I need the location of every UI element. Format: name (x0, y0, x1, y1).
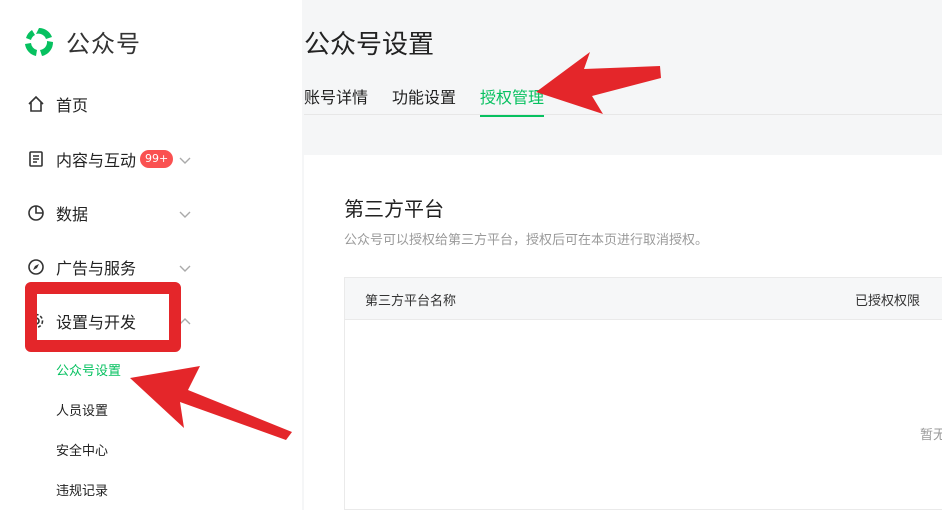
brand[interactable]: 公众号 (22, 24, 141, 59)
column-header-platform-name: 第三方平台名称 (365, 294, 457, 309)
sidebar-item-label: 设置与开发 (56, 313, 137, 332)
sidebar-item-ads[interactable]: 广告与服务 (0, 247, 220, 287)
home-icon (26, 94, 46, 114)
table-header: 第三方平台名称 已授权权限 (345, 278, 942, 320)
sidebar-item-label: 数据 (56, 205, 89, 224)
sidebar-item-home[interactable]: 首页 (0, 84, 220, 124)
column-header-authorized-permissions: 已授权权限 (855, 294, 921, 309)
unread-badge: 99+ (140, 150, 174, 168)
main-content: 公众号设置 账号详情 功能设置 授权管理 第三方平台 公众号可以授权给第三方平台… (302, 0, 942, 510)
third-party-table: 第三方平台名称 已授权权限 暂无 (344, 277, 942, 510)
third-party-card: 第三方平台 公众号可以授权给第三方平台，授权后可在本页进行取消授权。 第三方平台… (304, 155, 942, 510)
chevron-up-icon[interactable] (178, 314, 192, 328)
tab-account-details[interactable]: 账号详情 (304, 84, 368, 116)
wechat-official-account-logo-icon (25, 27, 54, 56)
tab-feature-settings[interactable]: 功能设置 (392, 84, 456, 116)
compass-icon (26, 257, 46, 277)
sidebar-subitem-security-center[interactable]: 安全中心 (56, 440, 108, 459)
chevron-down-icon[interactable] (178, 260, 192, 274)
sidebar: 公众号 首页 内容与互动 99+ 数据 广告与服务 设置与开发 公众号设置 人员… (0, 0, 302, 510)
gear-icon (26, 311, 46, 331)
brand-name: 公众号 (66, 30, 141, 58)
sidebar-item-label: 首页 (56, 96, 89, 115)
sidebar-item-label: 广告与服务 (56, 259, 137, 278)
sidebar-subitem-account-settings[interactable]: 公众号设置 (56, 360, 121, 379)
chart-pie-icon (26, 203, 46, 223)
empty-state-text: 暂无 (920, 428, 942, 443)
section-description: 公众号可以授权给第三方平台，授权后可在本页进行取消授权。 (344, 233, 709, 248)
sidebar-item-data[interactable]: 数据 (0, 193, 220, 233)
tab-authorization-management[interactable]: 授权管理 (480, 84, 545, 117)
sidebar-item-settings[interactable]: 设置与开发 (0, 301, 220, 341)
sidebar-item-label: 内容与互动 (56, 151, 137, 170)
sidebar-subitem-violation-records[interactable]: 违规记录 (56, 480, 108, 499)
section-title: 第三方平台 (344, 197, 444, 221)
chevron-down-icon[interactable] (178, 152, 192, 166)
tabs-divider (304, 114, 942, 115)
sidebar-subitem-member-settings[interactable]: 人员设置 (56, 400, 108, 419)
page-title: 公众号设置 (304, 30, 435, 60)
tab-bar: 账号详情 功能设置 授权管理 (304, 84, 568, 117)
document-icon (26, 149, 46, 169)
chevron-down-icon[interactable] (178, 206, 192, 220)
sidebar-item-content[interactable]: 内容与互动 99+ (0, 139, 220, 179)
